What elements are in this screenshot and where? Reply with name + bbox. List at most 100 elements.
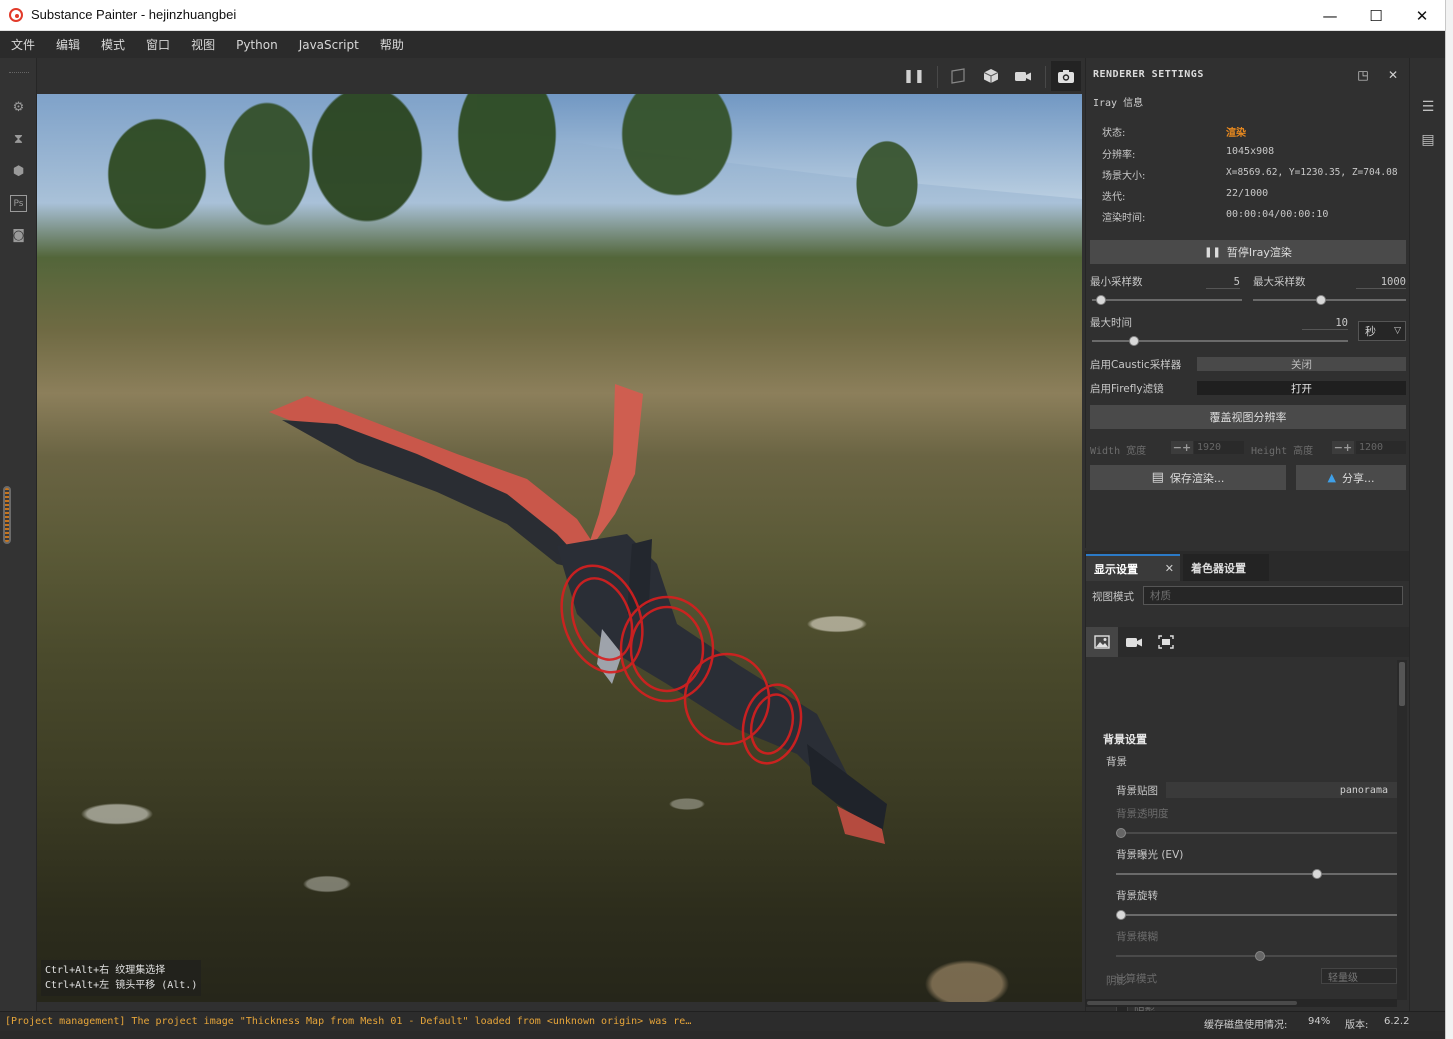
weapon-model[interactable] <box>37 94 1082 1002</box>
menu-view[interactable]: 视图 <box>191 36 215 53</box>
properties-panel-icon[interactable]: ▤ <box>1419 131 1437 149</box>
menu-mode[interactable]: 模式 <box>101 36 125 53</box>
share-icon: ▲ <box>1327 471 1336 484</box>
display-scrollbar[interactable] <box>1397 660 1407 1000</box>
history-icon[interactable]: ⧗ <box>10 131 27 148</box>
log-message[interactable]: [Project management] The project image "… <box>5 1016 691 1027</box>
scrollbar-thumb[interactable] <box>1399 662 1405 706</box>
settings-icon[interactable]: ⚙ <box>10 99 27 116</box>
camera-icon[interactable] <box>1012 66 1034 86</box>
renderer-settings-panel: RENDERER SETTINGS ◳ ✕ Iray 信息 状态: 渲染 分辨率… <box>1085 58 1409 548</box>
version-label: 版本: <box>1345 1020 1369 1031</box>
display-icon-tabs <box>1086 627 1410 657</box>
view-mode-label: 视图模式 <box>1092 591 1134 603</box>
panel-tabs: 显示设置 ✕ 着色器设置 <box>1086 551 1410 581</box>
render-status-value: 渲染 <box>1226 128 1246 139</box>
menu-edit[interactable]: 编辑 <box>56 36 80 53</box>
close-panel-icon[interactable]: ✕ <box>1384 66 1402 84</box>
max-samples-slider-handle[interactable] <box>1315 295 1326 305</box>
screenshot-icon[interactable] <box>1051 61 1081 91</box>
bg-rotation-slider[interactable] <box>1116 914 1398 916</box>
width-input[interactable]: 1920 <box>1194 441 1244 454</box>
layers-panel-icon[interactable]: ☰ <box>1419 98 1437 116</box>
share-button[interactable]: ▲ 分享... <box>1296 465 1406 490</box>
max-samples-input[interactable]: 1000 <box>1356 276 1406 289</box>
3d-viewport[interactable]: Ctrl+Alt+右 纹理集选择 Ctrl+Alt+左 镜头平移 (Alt.) <box>37 94 1082 1002</box>
bg-blur-slider-handle[interactable] <box>1254 951 1265 961</box>
max-samples-slider[interactable] <box>1253 299 1406 301</box>
bg-map-dropdown[interactable]: panorama <box>1166 782 1398 798</box>
menu-file[interactable]: 文件 <box>11 36 35 53</box>
max-samples-label: 最大采样数 <box>1253 276 1306 288</box>
pause-iray-button[interactable]: ❚❚ 暂停Iray渲染 <box>1090 240 1406 264</box>
2d-view-icon[interactable] <box>948 66 970 86</box>
height-input[interactable]: 1200 <box>1356 441 1406 454</box>
background-window-edge <box>1445 0 1453 1039</box>
tab-display-settings[interactable]: 显示设置 ✕ <box>1086 554 1180 581</box>
bg-exposure-slider-handle[interactable] <box>1311 869 1322 879</box>
min-samples-slider[interactable] <box>1092 299 1242 301</box>
close-tab-icon[interactable]: ✕ <box>1165 562 1174 575</box>
menu-javascript[interactable]: JavaScript <box>299 38 359 52</box>
float-panel-icon[interactable]: ◳ <box>1354 66 1372 84</box>
min-samples-input[interactable]: 5 <box>1206 276 1240 289</box>
viewer-settings-icon[interactable] <box>1150 627 1182 657</box>
info-key: 状态: <box>1102 128 1126 139</box>
hint-line: Ctrl+Alt+左 镜头平移 (Alt.) <box>45 980 198 991</box>
pause-icon[interactable]: ❚❚ <box>903 66 925 86</box>
tab-shader-settings[interactable]: 着色器设置 <box>1183 554 1269 581</box>
bg-opacity-slider[interactable] <box>1116 832 1398 834</box>
pause-iray-label: 暂停Iray渲染 <box>1226 246 1292 259</box>
display-hscrollbar[interactable] <box>1085 999 1397 1007</box>
min-samples-slider-handle[interactable] <box>1096 295 1107 305</box>
menu-window[interactable]: 窗口 <box>146 36 170 53</box>
bg-rotation-label: 背景旋转 <box>1116 890 1158 902</box>
toolbar-grip[interactable] <box>9 72 29 75</box>
background-settings-heading: 背景设置 <box>1103 733 1147 746</box>
info-value: 1045x908 <box>1226 146 1275 157</box>
display-settings-panel: 显示设置 ✕ 着色器设置 视图模式 材质 背景设置 背景 背景贴图 panora… <box>1085 551 1410 1016</box>
height-stepper[interactable]: −+ <box>1332 441 1354 454</box>
3d-view-icon[interactable] <box>980 66 1002 86</box>
menu-help[interactable]: 帮助 <box>380 36 404 53</box>
view-mode-value: 材质 <box>1150 590 1171 602</box>
version-value: 6.2.2 <box>1384 1016 1410 1027</box>
compute-mode-dropdown[interactable]: 轻量级 <box>1321 968 1397 984</box>
bg-exposure-slider[interactable] <box>1116 873 1398 875</box>
hint-line: Ctrl+Alt+右 纹理集选择 <box>45 965 166 976</box>
camera-settings-icon[interactable] <box>1118 627 1150 657</box>
max-time-input[interactable]: 10 <box>1302 317 1348 330</box>
layer-icon[interactable]: ⬢ <box>10 163 27 180</box>
close-window-button[interactable]: ✕ <box>1399 0 1445 31</box>
substance-logo-icon <box>9 8 23 22</box>
override-resolution-button[interactable]: 覆盖视图分辨率 <box>1090 405 1406 429</box>
minimize-button[interactable]: — <box>1307 0 1353 31</box>
save-render-button[interactable]: ▤ 保存渲染... <box>1090 465 1286 490</box>
panel-resize-handle[interactable] <box>3 486 11 544</box>
caustic-toggle[interactable]: 关闭 <box>1197 357 1406 371</box>
maximize-button[interactable]: ☐ <box>1353 0 1399 31</box>
info-key: 迭代: <box>1102 192 1126 203</box>
toolbar-divider <box>1045 66 1046 88</box>
firefly-toggle[interactable]: 打开 <box>1197 381 1406 395</box>
info-value: 00:00:04/00:00:10 <box>1226 209 1329 220</box>
chevron-down-icon: ▽ <box>1394 326 1401 336</box>
viewport-toolbar: ❚❚ <box>37 58 1082 94</box>
iray-info-heading: Iray 信息 <box>1093 98 1144 109</box>
environment-image-icon[interactable] <box>1086 627 1118 657</box>
width-stepper[interactable]: −+ <box>1171 441 1193 454</box>
menu-bar: 文件 编辑 模式 窗口 视图 Python JavaScript 帮助 <box>0 31 1445 58</box>
shortcut-hints: Ctrl+Alt+右 纹理集选择 Ctrl+Alt+左 镜头平移 (Alt.) <box>41 960 202 996</box>
tab-label: 显示设置 <box>1094 562 1138 576</box>
menu-python[interactable]: Python <box>236 38 278 52</box>
photoshop-icon[interactable]: Ps <box>10 195 27 212</box>
max-time-slider-handle[interactable] <box>1128 336 1139 346</box>
time-unit-dropdown[interactable]: 秒 ▽ <box>1358 321 1406 341</box>
bg-opacity-slider-handle[interactable] <box>1116 828 1126 838</box>
view-mode-dropdown[interactable]: 材质 <box>1143 586 1403 605</box>
camera-capture-icon[interactable]: ◙ <box>10 227 27 244</box>
hscrollbar-thumb[interactable] <box>1087 1001 1297 1005</box>
bg-rotation-slider-handle[interactable] <box>1116 910 1126 920</box>
panel-title: RENDERER SETTINGS <box>1093 69 1204 80</box>
width-label: Width 宽度 <box>1090 446 1147 457</box>
